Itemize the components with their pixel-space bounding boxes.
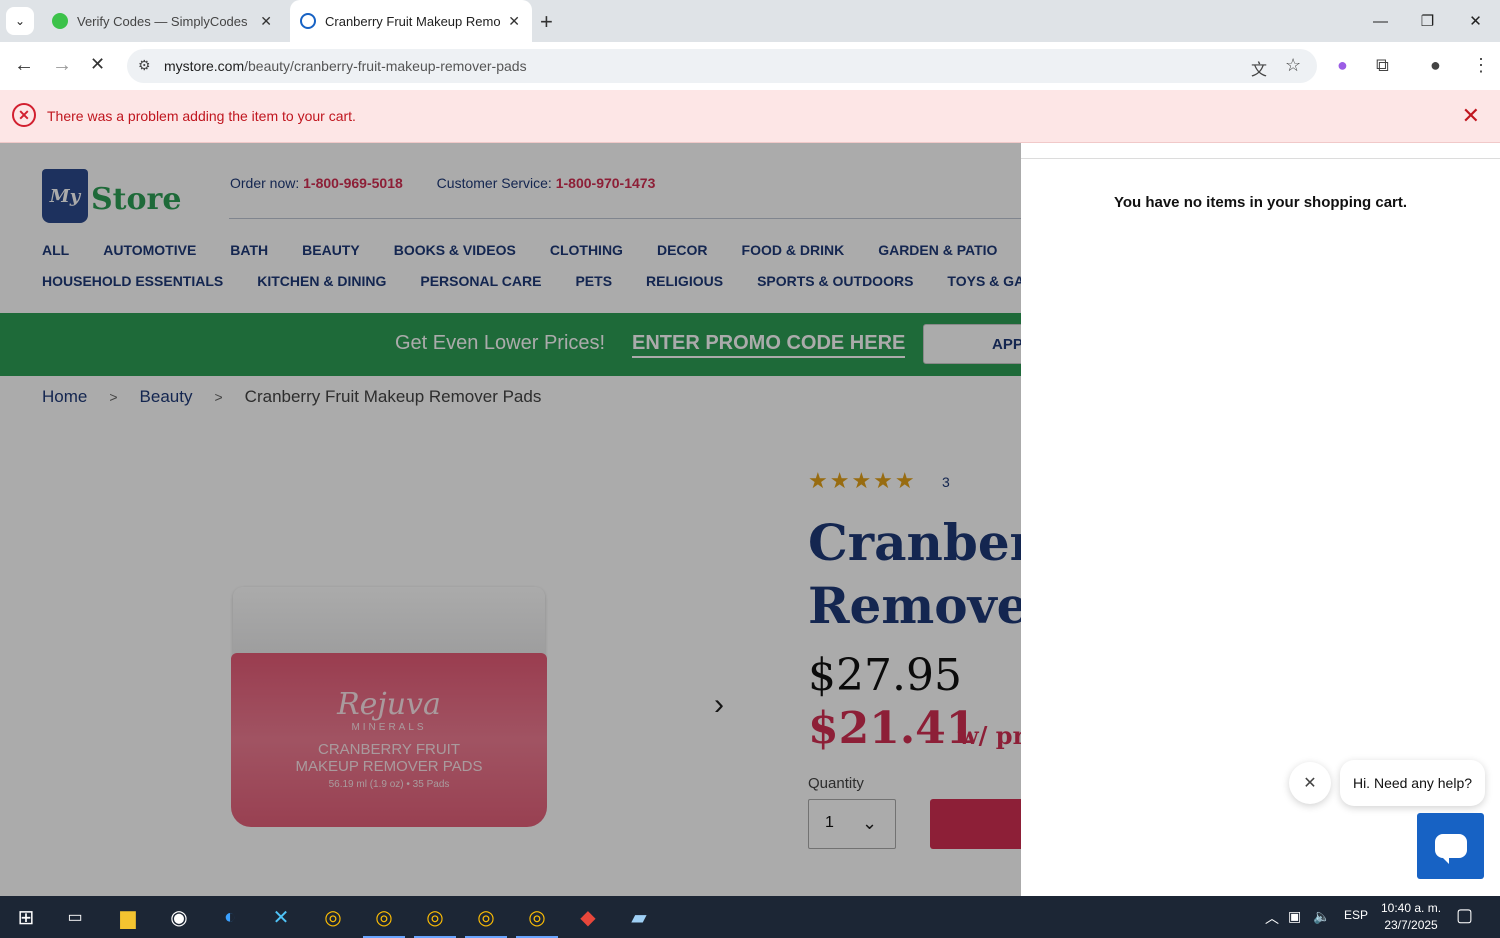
cart-divider — [1021, 158, 1500, 159]
error-banner: ✕ There was a problem adding the item to… — [0, 90, 1500, 143]
chat-close-button[interactable]: ✕ — [1289, 762, 1331, 804]
tab-cranberry-product[interactable]: Cranberry Fruit Makeup Remover Pads ✕ — [290, 0, 532, 42]
error-message: There was a problem adding the item to y… — [47, 108, 356, 124]
new-tab-icon[interactable]: + — [540, 9, 553, 35]
app-icon[interactable]: ▰ — [626, 904, 652, 930]
show-hidden-icons[interactable]: ︿ — [1265, 908, 1279, 928]
edge-browser-icon[interactable]: ◐ — [217, 904, 243, 930]
back-icon[interactable]: ← — [14, 54, 34, 77]
browser-toolbar: ← → ✕ ⚙ mystore.com/beauty/cranberry-fru… — [0, 42, 1500, 90]
site-info-icon[interactable]: ⚙ — [138, 57, 151, 74]
file-explorer-icon[interactable]: ▆ — [115, 904, 141, 930]
clock[interactable]: 10:40 a. m. 23/7/2025 — [1381, 900, 1441, 934]
tab-title: Cranberry Fruit Makeup Remover Pads — [325, 13, 500, 29]
close-tab-icon[interactable]: ✕ — [260, 13, 272, 30]
notifications-icon[interactable]: ▢ — [1456, 905, 1473, 926]
chrome-profile-icon[interactable]: ◎ — [516, 904, 558, 938]
error-icon: ✕ — [12, 103, 36, 127]
task-view-icon[interactable]: ▭ — [62, 904, 88, 930]
extensions-puzzle-icon[interactable]: ⧉ — [1376, 55, 1389, 76]
close-banner-icon[interactable]: ✕ — [1462, 103, 1480, 129]
app-avatar-icon[interactable]: ◉ — [166, 904, 192, 930]
cart-empty-message: You have no items in your shopping cart. — [1113, 194, 1408, 211]
tab-title: Verify Codes — SimplyCodes — [77, 13, 248, 29]
chevron-down-icon: ⌄ — [14, 14, 26, 28]
simplycodes-favicon-icon — [52, 13, 68, 29]
close-window-icon[interactable]: ✕ — [1452, 0, 1499, 42]
more-menu-icon[interactable]: ⋮ — [1472, 55, 1490, 76]
tab-search-button[interactable]: ⌄ — [6, 7, 34, 35]
volume-icon[interactable]: 🔈 — [1313, 908, 1330, 925]
address-bar[interactable]: ⚙ mystore.com/beauty/cranberry-fruit-mak… — [127, 49, 1317, 83]
profile-avatar-icon[interactable]: ● — [1430, 55, 1441, 76]
tab-strip: ⌄ Verify Codes — SimplyCodes ✕ Cranberry… — [0, 0, 1500, 42]
language-indicator[interactable]: ESP — [1344, 908, 1368, 922]
anydesk-icon[interactable]: ◆ — [575, 904, 601, 930]
chat-greeting[interactable]: Hi. Need any help? — [1340, 760, 1485, 806]
extension-simplycodes-icon[interactable]: ● — [1337, 55, 1348, 76]
close-icon: ✕ — [1303, 775, 1317, 792]
chrome-icon[interactable]: ◎ — [320, 904, 346, 930]
url-text: mystore.com/beauty/cranberry-fruit-makeu… — [164, 58, 527, 74]
chrome-profile-icon[interactable]: ◎ — [414, 904, 456, 938]
bookmark-star-icon[interactable]: ☆ — [1285, 55, 1301, 76]
windows-taskbar: ⊞ ▭ ▆ ◉ ◐ ✕ ◎ ◎ ◎ ◎ ◎ ◆ ▰ ︿ ▣ 🔈 ESP 10:4… — [0, 896, 1500, 938]
windows-start-icon[interactable]: ⊞ — [13, 904, 39, 930]
network-icon[interactable]: ▣ — [1288, 908, 1301, 925]
chrome-profile-icon[interactable]: ◎ — [465, 904, 507, 938]
close-tab-icon[interactable]: ✕ — [508, 13, 520, 30]
app-x-icon[interactable]: ✕ — [268, 904, 294, 930]
forward-icon[interactable]: → — [52, 54, 72, 77]
loading-favicon-icon — [300, 13, 316, 29]
minimize-icon[interactable]: — — [1357, 0, 1404, 42]
stop-loading-icon[interactable]: ✕ — [90, 54, 105, 75]
chat-icon — [1434, 834, 1467, 864]
store-page: My Store Order now: 1-800-969-5018 Custo… — [0, 143, 1500, 896]
chat-launcher-button[interactable] — [1417, 813, 1484, 879]
tab-verify-codes[interactable]: Verify Codes — SimplyCodes ✕ — [42, 0, 284, 42]
restore-icon[interactable]: ❐ — [1404, 0, 1451, 42]
translate-icon[interactable]: 文 — [1251, 56, 1267, 80]
chrome-profile-icon[interactable]: ◎ — [363, 904, 405, 938]
